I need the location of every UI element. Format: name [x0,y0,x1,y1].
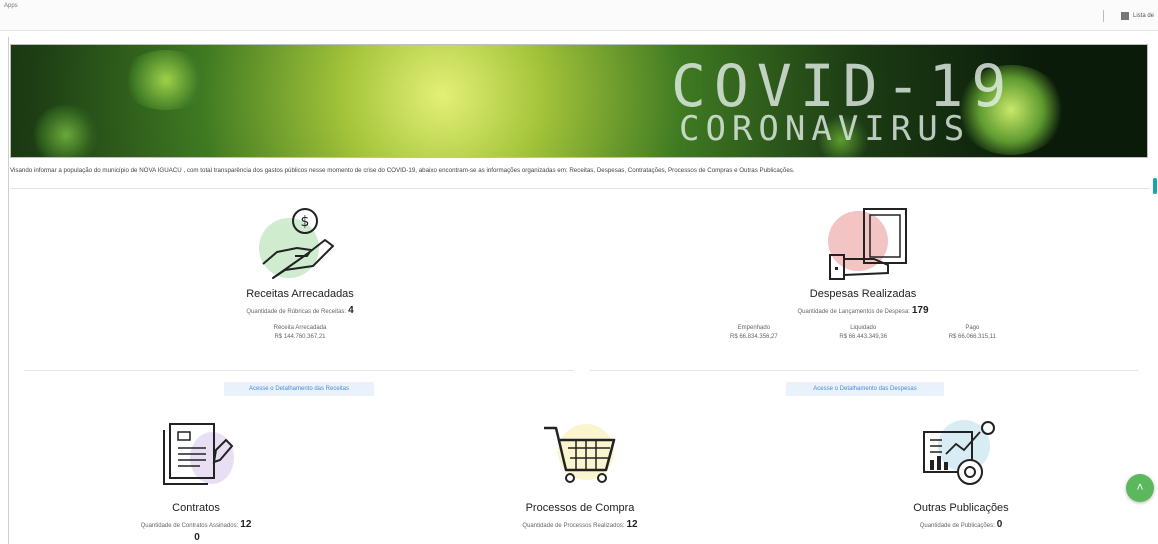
liquidado-value: R$ 66.443.349,36 [839,334,888,340]
reading-list-button[interactable]: Lista de [1120,12,1154,20]
apps-shortcut[interactable]: Apps [4,3,18,9]
receitas-card: Receitas Arrecadadas Quantidade de Rúbri… [180,288,420,342]
chevron-up-icon: ˄ [1136,480,1144,494]
processos-title: Processos de Compra [525,502,635,514]
pago-label: Pago [965,325,980,331]
despesas-qty-value: 179 [911,305,929,316]
side-tab[interactable] [1153,178,1157,194]
money-hand-icon: $ [259,208,334,279]
outras-qty-value: 0 [996,519,1003,530]
despesas-card: Despesas Realizadas Quantidade de Lançam… [726,288,1000,342]
despesas-title: Despesas Realizadas [809,288,917,300]
reading-list-icon [1120,12,1129,20]
contratos-quantity: Quantidade de Contratos Assinados: 12 [96,519,296,530]
scroll-top-button[interactable]: ˄ [1126,474,1154,502]
contratos-sub-quantity: 0 [96,532,296,543]
outras-quantity: Quantidade de Publicações: 0 [856,519,1066,530]
reading-list-label: Lista de [1132,13,1154,19]
cash-hand-icon [828,208,907,280]
receitas-qty-value: 4 [348,305,354,316]
despesas-quantity: Quantidade de Lançamentos de Despesa: 179 [726,305,1000,316]
processos-card: Processos de Compra Quantidade de Proces… [480,502,680,530]
banner-title: COVID-19 [671,52,1015,120]
empenhado-label: Empenhado [737,325,771,331]
pago-value: R$ 66.066.315,11 [948,334,996,340]
contract-document-icon [163,423,234,485]
outras-qty-label: Quantidade de Publicações: [919,523,995,529]
covid-banner: COVID-19 CORONAVIRUS [10,44,1148,158]
receitas-detail-link[interactable]: Acesse o Detalhamento das Receitas [224,382,374,396]
processos-qty-label: Quantidade de Processos Realizados: [522,523,625,529]
liquidado-label: Liquidado [850,325,877,331]
browser-bookmarks-bar: Apps Lista de [0,0,1158,31]
receitas-title: Receitas Arrecadadas [246,288,354,300]
receita-arrecadada-label: Receita Arrecadada [273,325,327,331]
processos-qty-value: 12 [626,519,638,530]
contratos-card: Contratos Quantidade de Contratos Assina… [96,502,296,543]
intro-text: Visando informar a população do municípi… [10,167,795,174]
virus-illustration [121,50,211,110]
receita-arrecadada-value: R$ 144.760.367,21 [274,334,326,340]
analytics-report-icon [923,420,995,485]
liquidado-block: Liquidado R$ 66.443.349,36 [839,324,887,342]
outras-title: Outras Publicações [913,502,1009,514]
receitas-qty-label: Quantidade de Rúbricas de Receitas: [246,309,347,315]
shopping-cart-icon [544,424,616,483]
contratos-qty-label: Quantidade de Contratos Assinados: [140,523,239,529]
empenhado-block: Empenhado R$ 66.834.356,27 [730,324,778,342]
virus-illustration [31,105,101,157]
contratos-sub-value: 0 [194,532,200,543]
processos-quantity: Quantidade de Processos Realizados: 12 [480,519,680,530]
divider [10,188,1150,189]
despesas-values: Empenhado R$ 66.834.356,27 Liquidado R$ … [726,324,1000,342]
divider [24,370,574,371]
outras-card: Outras Publicações Quantidade de Publica… [856,502,1066,530]
banner-subtitle: CORONAVIRUS [679,109,971,149]
pago-block: Pago R$ 66.066.315,11 [949,324,996,342]
despesas-qty-label: Quantidade de Lançamentos de Despesa: [797,309,910,315]
divider [590,370,1138,371]
svg-text:$: $ [301,214,310,230]
receitas-quantity: Quantidade de Rúbricas de Receitas: 4 [180,305,420,316]
despesas-detail-link[interactable]: Acesse o Detalhamento das Despesas [786,382,944,396]
empenhado-value: R$ 66.834.356,27 [730,334,778,340]
contratos-title: Contratos [172,502,220,514]
contratos-qty-value: 12 [240,519,252,530]
bookmarks-separator [1103,10,1104,22]
